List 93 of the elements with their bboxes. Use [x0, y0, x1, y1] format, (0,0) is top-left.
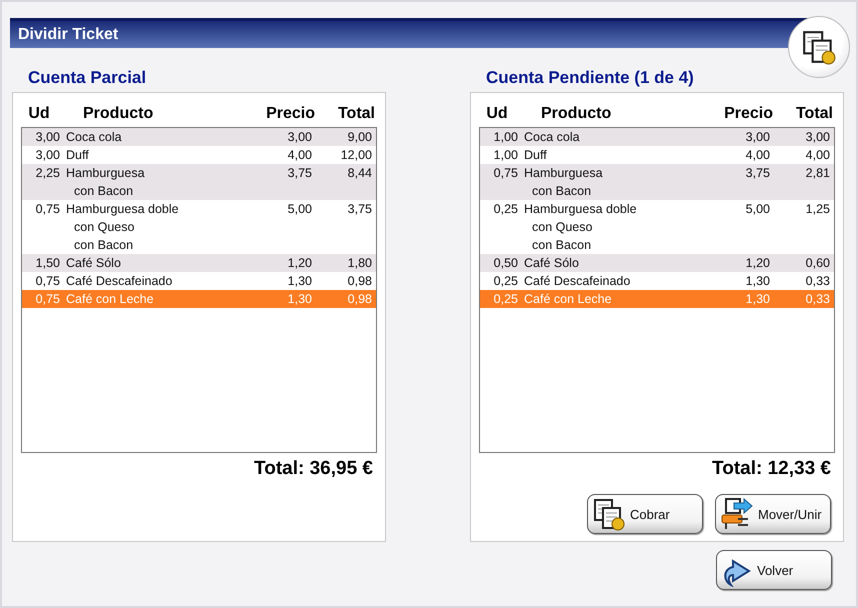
quantity-text: 2,25 [34, 165, 60, 182]
receipt-coin-icon [592, 497, 626, 531]
price-text: 1,30 [286, 291, 312, 308]
quantity-text: 0,25 [492, 201, 518, 218]
order-row[interactable]: 1,00 Duff 4,00 4,00 [480, 146, 834, 164]
pay-button[interactable]: Cobrar [587, 494, 703, 534]
price-text: 3,75 [744, 165, 770, 182]
order-row[interactable]: 1,00 Coca cola 3,00 3,00 [480, 128, 834, 146]
total-text: 0,33 [804, 273, 831, 290]
total-text: 0,98 [346, 291, 373, 308]
total-text: 2,81 [804, 165, 831, 182]
order-row[interactable]: 3,00 Duff 4,00 12,00 [22, 146, 376, 164]
column-header: Producto [82, 105, 154, 123]
order-row[interactable]: 0,50 Café Sólo 1,20 0,60 [480, 254, 834, 272]
account-total: Total: 36,95 € [253, 457, 374, 480]
total-text: 1,25 [804, 201, 831, 218]
product-text: Café Sólo [524, 255, 580, 272]
total-text: 12,00 [340, 147, 373, 164]
column-header: Precio [265, 105, 315, 123]
product-text: Café Descafeinado [66, 273, 174, 290]
price-text: 5,00 [286, 201, 312, 218]
order-row[interactable]: 0,25 Café Descafeinado 1,30 0,33 [480, 272, 834, 290]
order-row[interactable]: 2,25 Hamburguesa con Bacon 3,75 8,44 [22, 164, 376, 200]
product-text: Coca cola [524, 129, 581, 146]
quantity-text: 0,75 [34, 273, 60, 290]
order-row[interactable]: 0,75 Hamburguesa con Bacon 3,75 2,81 [480, 164, 834, 200]
modifier-text: con Bacon [73, 237, 134, 254]
product-text: Hamburguesa [524, 165, 604, 182]
quantity-text: 3,00 [34, 129, 60, 146]
transfer-icon [720, 497, 754, 531]
modifier-text: con Bacon [73, 183, 134, 200]
product-text: Hamburguesa doble [66, 201, 180, 218]
move-button[interactable]: Mover/Unir [715, 494, 831, 534]
quantity-text: 1,00 [492, 129, 518, 146]
quantity-text: 1,00 [492, 147, 518, 164]
price-text: 1,30 [744, 291, 770, 308]
price-text: 5,00 [744, 201, 770, 218]
price-text: 3,75 [286, 165, 312, 182]
total-text: 9,00 [346, 129, 373, 146]
section-heading: Cuenta Pendiente (1 de 4) [485, 68, 695, 89]
total-text: 1,80 [346, 255, 373, 272]
order-row[interactable]: 0,75 Café Descafeinado 1,30 0,98 [22, 272, 376, 290]
price-text: 1,20 [286, 255, 312, 272]
order-row[interactable]: 1,50 Café Sólo 1,20 1,80 [22, 254, 376, 272]
price-text: 3,00 [286, 129, 312, 146]
window-title: Dividir Ticket [18, 26, 118, 44]
order-row[interactable]: 0,75 Hamburguesa doble con Queso con Bacon 5,00 3,75 [22, 200, 376, 254]
product-text: Hamburguesa [66, 165, 146, 182]
total-text: 8,44 [346, 165, 373, 182]
price-text: 1,20 [744, 255, 770, 272]
quantity-text: 0,75 [34, 201, 60, 218]
total-text: 4,00 [804, 147, 831, 164]
column-header: Ud [27, 105, 51, 123]
receipt-coin-icon [801, 29, 837, 65]
column-header: Precio [723, 105, 773, 123]
modifier-text: con Queso [531, 219, 594, 236]
quantity-text: 0,25 [492, 273, 518, 290]
modifier-text: con Queso [73, 219, 136, 236]
column-header: Ud [485, 105, 509, 123]
quantity-text: 3,00 [34, 147, 60, 164]
modifier-text: con Bacon [531, 183, 592, 200]
product-text: Coca cola [66, 129, 123, 146]
order-row[interactable]: 0,25 Hamburguesa doble con Queso con Bacon 5,00 1,25 [480, 200, 834, 254]
quantity-text: 0,50 [492, 255, 518, 272]
column-header: Total [794, 105, 834, 123]
quantity-text: 0,75 [34, 291, 60, 308]
price-text: 1,30 [286, 273, 312, 290]
product-text: Hamburguesa doble [524, 201, 638, 218]
quantity-text: 0,75 [492, 165, 518, 182]
back-button[interactable]: Volver [716, 550, 832, 590]
total-text: 3,75 [346, 201, 373, 218]
modifier-text: con Bacon [531, 237, 592, 254]
section-heading: Cuenta Parcial [27, 68, 148, 89]
price-text: 3,00 [744, 129, 770, 146]
total-text: 0,33 [804, 291, 831, 308]
price-text: 1,30 [744, 273, 770, 290]
product-text: Duff [66, 147, 90, 164]
total-text: 3,00 [804, 129, 831, 146]
price-text: 4,00 [286, 147, 312, 164]
account-total: Total: 12,33 € [711, 457, 832, 480]
total-text: 0,98 [346, 273, 373, 290]
quantity-text: 1,50 [34, 255, 60, 272]
product-text: Café con Leche [66, 291, 155, 308]
column-header: Producto [540, 105, 612, 123]
product-text: Duff [524, 147, 548, 164]
price-text: 4,00 [744, 147, 770, 164]
total-text: 0,60 [804, 255, 831, 272]
product-text: Café con Leche [524, 291, 613, 308]
order-row[interactable]: 3,00 Coca cola 3,00 9,00 [22, 128, 376, 146]
product-text: Café Sólo [66, 255, 122, 272]
column-header: Total [336, 105, 376, 123]
product-text: Café Descafeinado [524, 273, 632, 290]
quantity-text: 0,25 [492, 291, 518, 308]
